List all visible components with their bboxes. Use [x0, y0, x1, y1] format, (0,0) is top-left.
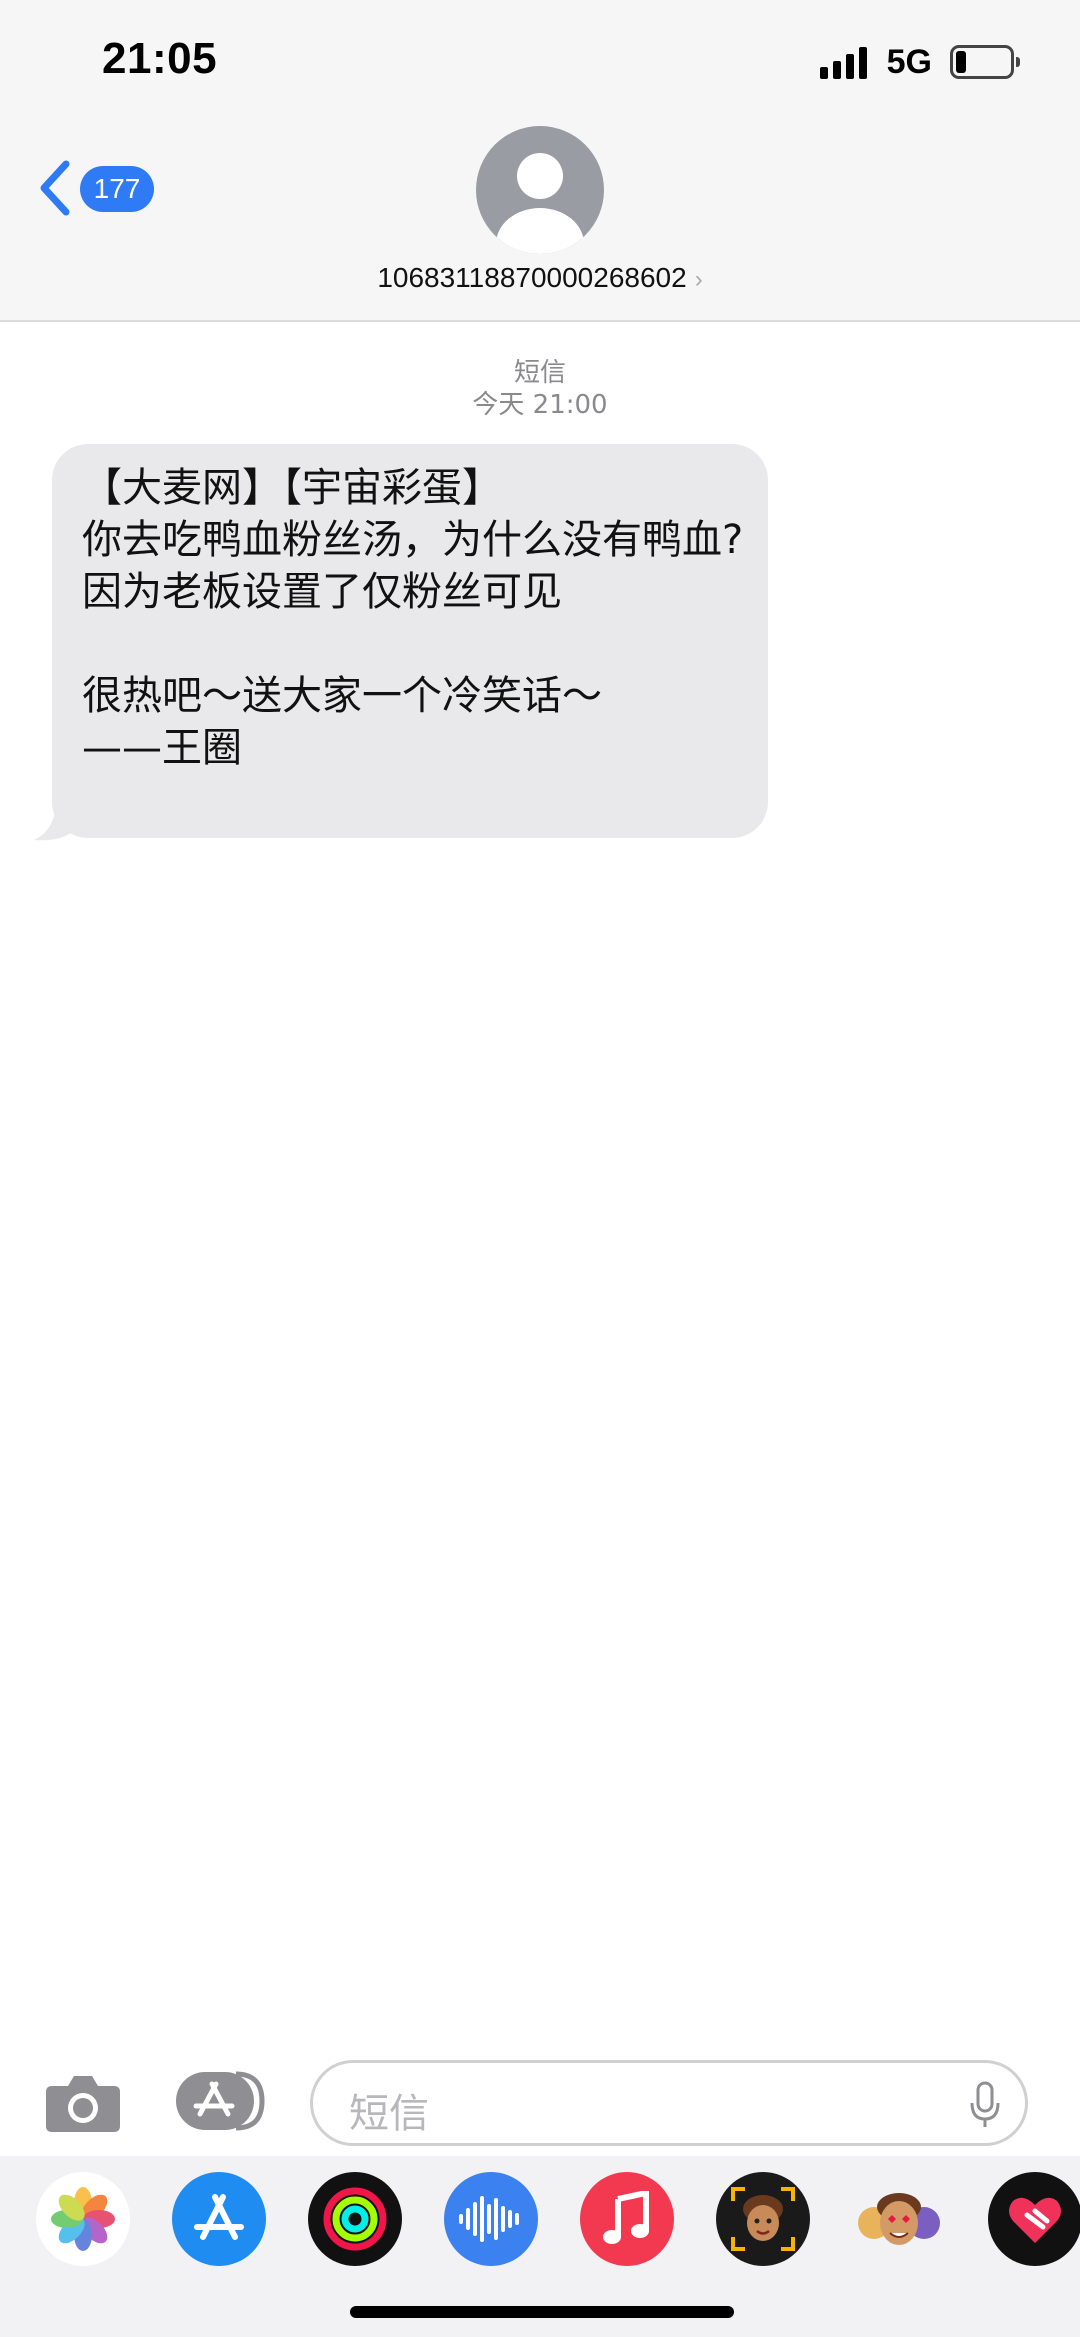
network-type: 5G [886, 42, 932, 81]
conversation-header: 21:05 5G 177 10683118870000268602 › [0, 0, 1080, 322]
message-input-placeholder: 短信 [349, 2091, 429, 2137]
status-indicators: 5G [819, 40, 1020, 84]
photos-app-icon[interactable] [36, 2172, 130, 2266]
message-timestamp: 今天 21:00 [472, 390, 608, 420]
back-chevron-icon[interactable] [36, 158, 76, 218]
app-store-app-icon[interactable] [172, 2172, 266, 2266]
animoji-stickers-app-icon[interactable] [852, 2172, 946, 2266]
message-text: 【大麦网】【宇宙彩蛋】 你去吃鸭血粉丝汤，为什么没有鸭血? 因为老板设置了仅粉丝… [82, 465, 744, 771]
battery-icon [950, 45, 1020, 79]
message-input[interactable]: 短信 [310, 2060, 1028, 2146]
memoji-app-icon[interactable] [716, 2172, 810, 2266]
contact-name[interactable]: 10683118870000268602 › [0, 262, 1080, 294]
contact-avatar-icon[interactable] [476, 126, 604, 254]
home-indicator[interactable] [350, 2306, 734, 2318]
status-time: 21:05 [102, 34, 218, 83]
contact-number[interactable]: 10683118870000268602 [377, 262, 686, 293]
music-app-icon[interactable] [580, 2172, 674, 2266]
digital-touch-app-icon[interactable] [988, 2172, 1080, 2266]
fitness-app-icon[interactable] [308, 2172, 402, 2266]
camera-icon[interactable] [44, 2070, 122, 2134]
app-store-drawer-icon[interactable] [174, 2070, 268, 2132]
signal-strength-icon [819, 45, 867, 79]
chevron-right-icon: › [694, 266, 703, 293]
microphone-icon[interactable] [969, 2081, 1001, 2129]
unread-count-badge[interactable]: 177 [80, 166, 154, 212]
audio-message-app-icon[interactable] [444, 2172, 538, 2266]
